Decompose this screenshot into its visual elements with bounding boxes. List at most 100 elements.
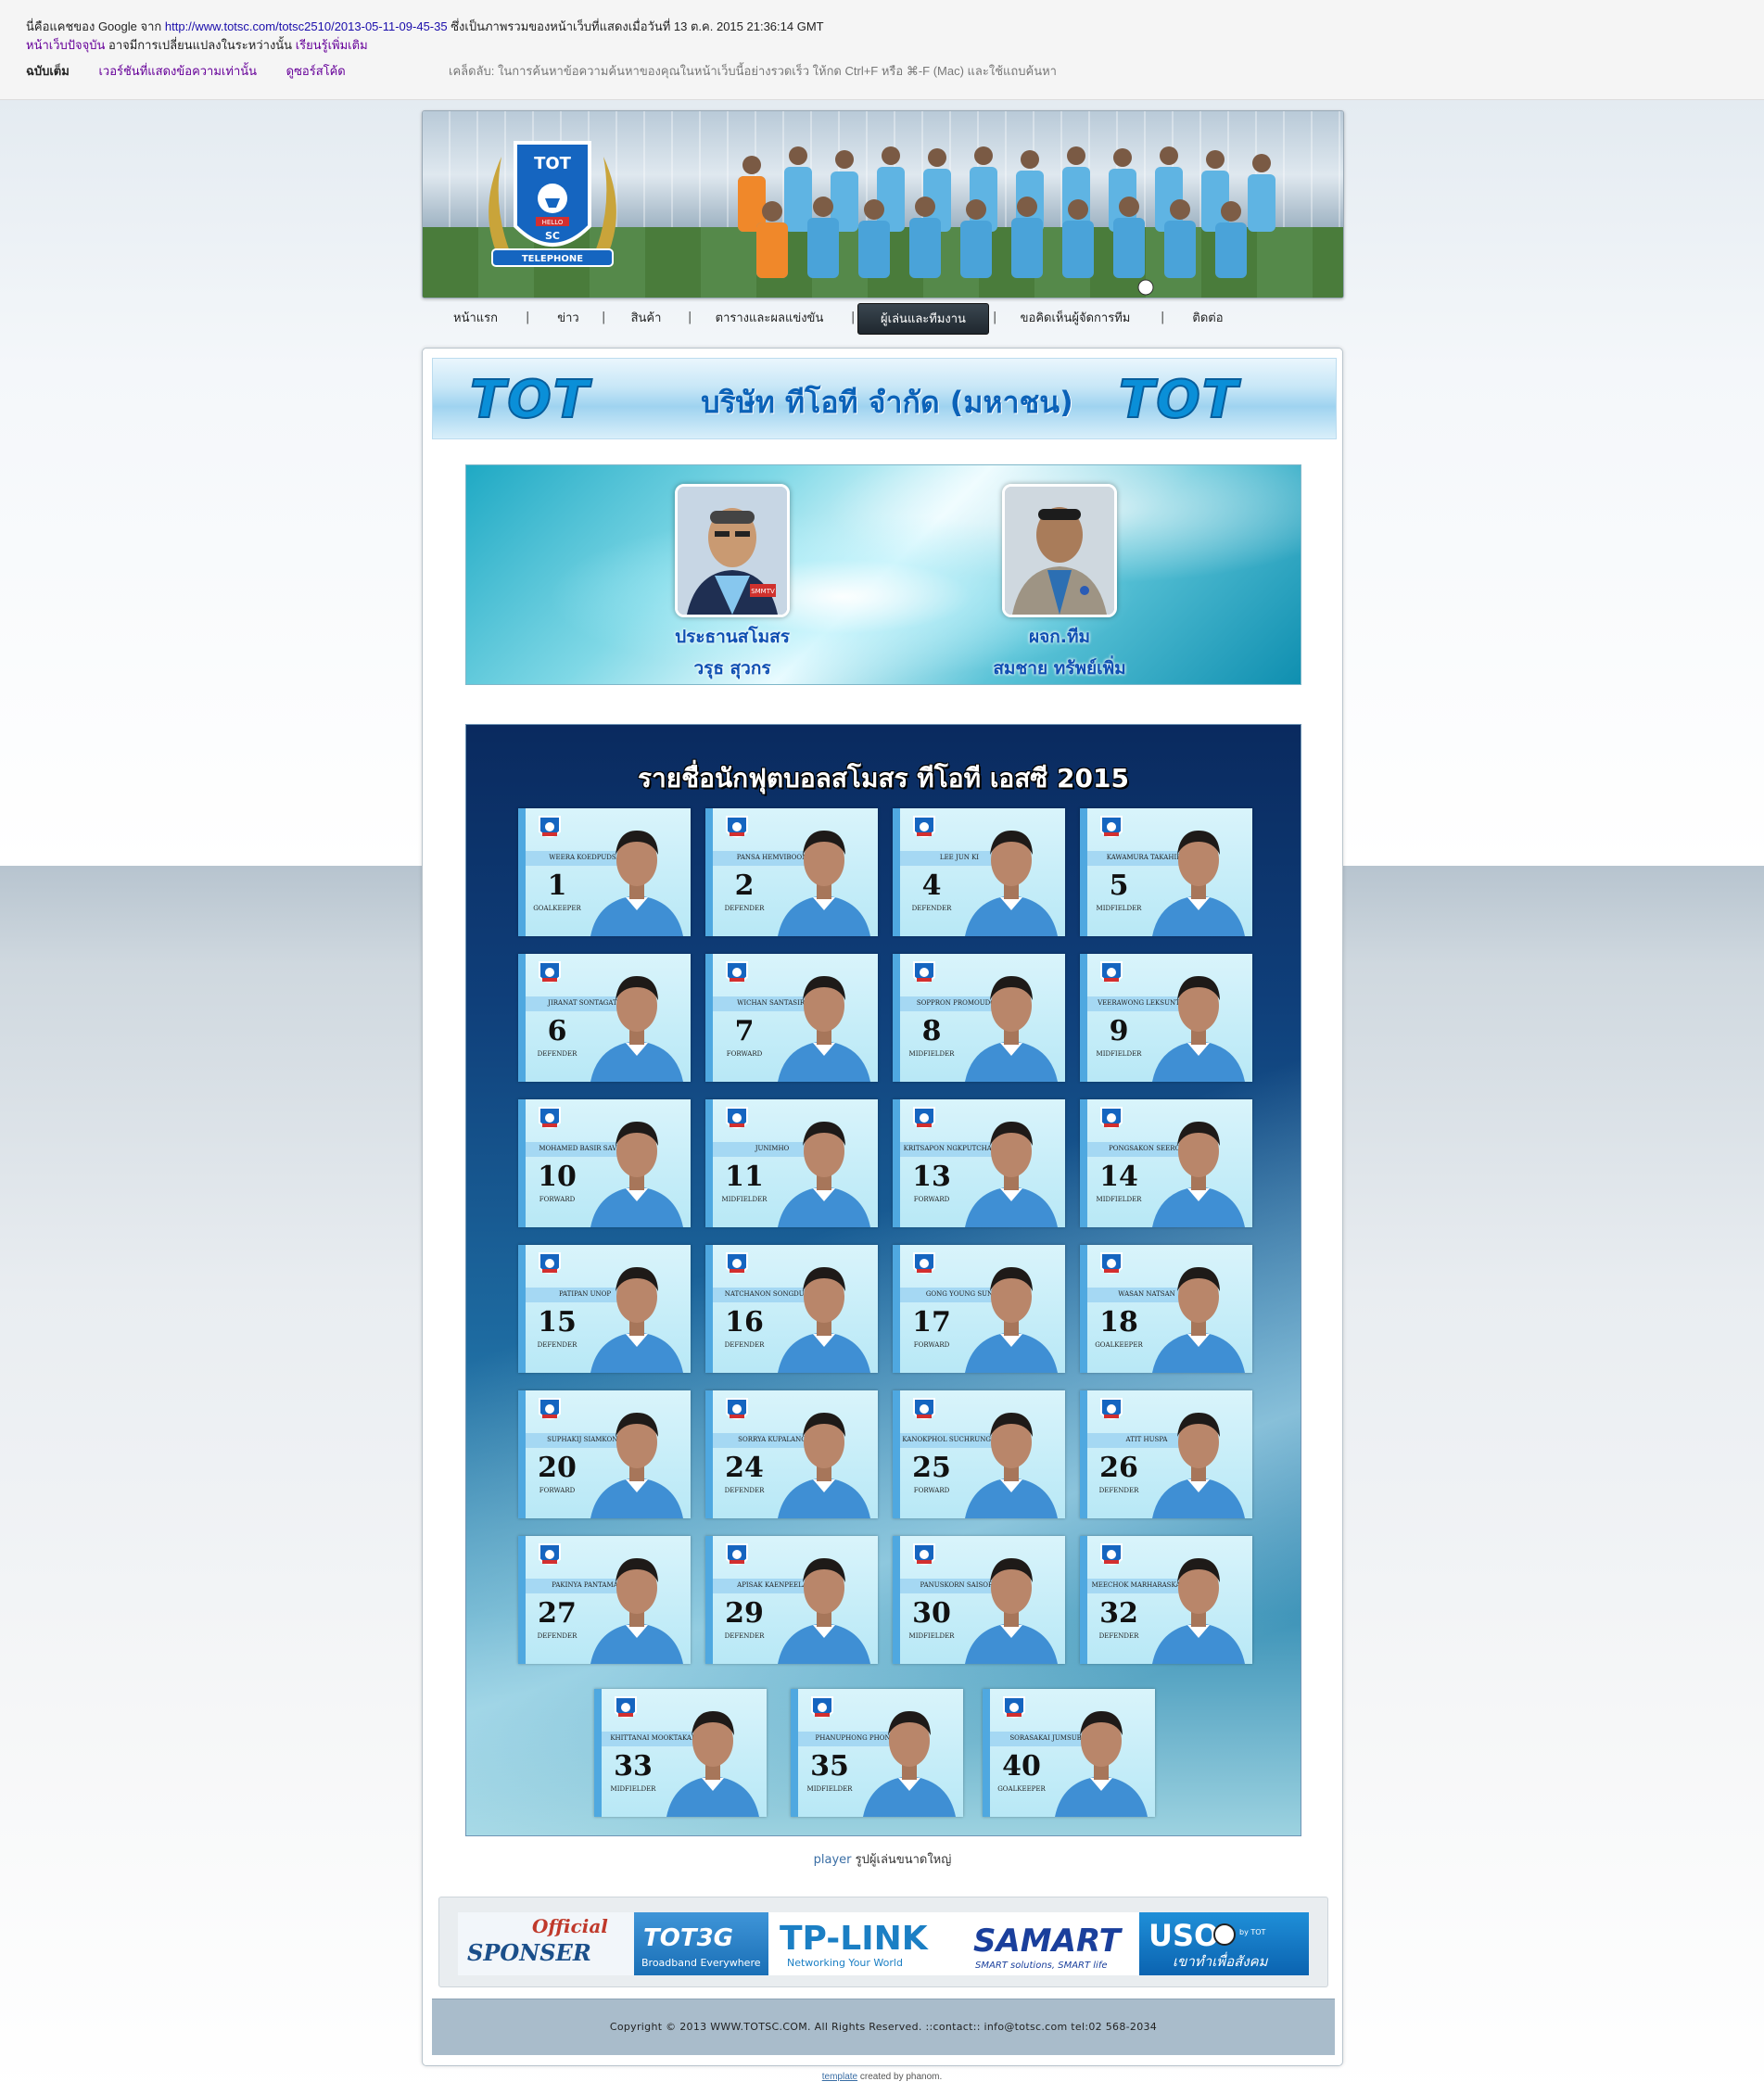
player-position: Defender	[724, 905, 765, 912]
card-stripe	[705, 808, 713, 936]
player-number: 16	[725, 1306, 764, 1339]
club-badge-icon	[1003, 1696, 1025, 1719]
cache-change-line: หน้าเว็บปัจจุบัน อาจมีการเปลี่ยนแปลงในระ…	[26, 35, 368, 55]
card-stripe	[1080, 1245, 1087, 1373]
tot-company-name: บริษัท ทีโอที จำกัด (มหาชน)	[701, 385, 1073, 420]
player-photo	[778, 1122, 870, 1227]
club-badge-icon	[539, 1398, 561, 1420]
player-card: Wasan Natsan 18 Goalkeeper	[1080, 1245, 1252, 1373]
club-badge-icon	[539, 1543, 561, 1566]
player-position: Midfielder	[721, 1196, 768, 1203]
team-photo	[738, 146, 1275, 296]
player-card: Pansa Hemviboon 2 Defender	[705, 808, 878, 936]
nav-item-fixtures-results[interactable]: ตารางและผลแข่งขัน	[709, 303, 830, 333]
card-stripe	[1080, 1536, 1087, 1664]
player-photo	[863, 1711, 956, 1817]
club-badge-icon	[913, 1107, 935, 1129]
nav-item-contact[interactable]: ติดต่อ	[1182, 303, 1234, 333]
card-stripe	[518, 808, 526, 936]
samart-sponsor[interactable]: SAMART SMART solutions, SMART life	[968, 1912, 1125, 1975]
player-photo	[1055, 1711, 1148, 1817]
club-badge-icon	[1100, 816, 1123, 838]
tot3g-logo[interactable]: Official SPONSER TOT3G Broadband Everywh…	[458, 1912, 768, 1975]
club-badge-icon	[726, 1543, 748, 1566]
player-card: Suphakij Siamkong 20 Forward	[518, 1390, 691, 1518]
sponsor-logo-strip: Official SPONSER TOT3G Broadband Everywh…	[458, 1912, 1309, 1975]
player-position: Forward	[539, 1196, 576, 1203]
club-badge-icon	[726, 1252, 748, 1275]
nav-item-news[interactable]: ข่าว	[545, 303, 591, 333]
manager-portrait	[1002, 484, 1117, 617]
card-stripe	[983, 1689, 990, 1817]
player-card: Kanokphol Suchrungruang 25 Forward	[893, 1390, 1065, 1518]
nav-item-players-staff[interactable]: ผู้เล่นและทีมงาน	[857, 303, 989, 335]
template-link[interactable]: template	[822, 2072, 857, 2082]
manager-role: ผจก.ทีม	[1028, 627, 1091, 647]
main-navigation: หน้าแรก | ข่าว | สินค้า | ตารางและผลแข่ง…	[422, 301, 1342, 335]
player-card: Pongsakon Seerot 14 Midfielder	[1080, 1099, 1252, 1227]
player-photo	[965, 976, 1058, 1082]
player-card: Sorasakai Jumsubai 40 Goalkeeper	[983, 1689, 1155, 1817]
player-position: Midfielder	[610, 1785, 656, 1793]
player-number: 24	[725, 1452, 764, 1484]
player-position: Midfielder	[908, 1050, 955, 1058]
tot3g-wordmark: TOT3G	[643, 1924, 733, 1952]
soccer-ball-icon	[1213, 1923, 1236, 1946]
cache-version-tabs: ฉบับเต็ม เวอร์ชันที่แสดงข้อความเท่านั้น …	[26, 61, 372, 81]
player-position: Defender	[537, 1050, 577, 1058]
tplink-sponsor[interactable]: TP-LINK Networking Your World	[768, 1912, 968, 1975]
nav-separator: |	[688, 311, 692, 324]
cached-url-link[interactable]: http://www.totsc.com/totsc2510/2013-05-1…	[165, 19, 448, 33]
player-number: 40	[1002, 1750, 1041, 1783]
current-page-link[interactable]: หน้าเว็บปัจจุบัน	[26, 38, 105, 52]
club-crest-logo: TOT HELLO SC TELEPHONE	[489, 141, 616, 267]
club-badge-icon	[726, 1107, 748, 1129]
player-number: 32	[1099, 1597, 1138, 1630]
tab-text-only-version[interactable]: เวอร์ชันที่แสดงข้อความเท่านั้น	[98, 64, 257, 78]
player-position: Defender	[724, 1487, 765, 1494]
player-card: Natchanon Songduang 16 Defender	[705, 1245, 878, 1373]
player-position: Goalkeeper	[1095, 1341, 1143, 1349]
player-number: 10	[538, 1161, 577, 1193]
player-photo	[590, 1558, 683, 1664]
nav-separator: |	[1161, 311, 1165, 324]
player-number: 5	[1109, 869, 1129, 902]
samart-tagline: SMART solutions, SMART life	[975, 1961, 1108, 1971]
card-stripe	[893, 1099, 900, 1227]
card-stripe	[1080, 808, 1087, 936]
cache-snapshot-text: ซึ่งเป็นภาพรวมของหน้าเว็บที่แสดงเมื่อวัน…	[451, 19, 824, 33]
player-position: Midfielder	[806, 1785, 853, 1793]
player-roster-panel: รายชื่อนักฟุตบอลสโมสร ทีโอที เอสซี 2015 …	[465, 724, 1301, 1836]
card-stripe	[791, 1689, 798, 1817]
player-large-photo-link[interactable]: player	[814, 1853, 852, 1867]
club-badge-icon	[811, 1696, 833, 1719]
nav-separator: |	[993, 311, 997, 324]
player-number: 29	[725, 1597, 764, 1630]
card-stripe	[705, 1536, 713, 1664]
player-photo	[965, 831, 1058, 936]
tot-company-banner: TOT บริษัท ทีโอที จำกัด (มหาชน) TOT	[432, 358, 1337, 439]
staff-team-manager: ผจก.ทีม สมชาย ทรัพย์เพิ่ม	[981, 484, 1138, 682]
credit-text: created by phanom.	[859, 2072, 943, 2082]
player-number: 25	[912, 1452, 951, 1484]
player-card: Atit Huspa 26 Defender	[1080, 1390, 1252, 1518]
uso-sponsor[interactable]: USO by TOT เขาทำเพื่อสังคม	[1139, 1912, 1309, 1975]
player-card: Sorrya Kupalang 24 Defender	[705, 1390, 878, 1518]
nav-item-products[interactable]: สินค้า	[620, 303, 672, 333]
nav-separator: |	[602, 311, 606, 324]
club-badge-icon	[1100, 1543, 1123, 1566]
player-position: Forward	[726, 1050, 763, 1058]
google-cache-bar: นี่คือแคชของ Google จาก http://www.totsc…	[0, 0, 1764, 100]
roster-title: รายชื่อนักฟุตบอลสโมสร ทีโอที เอสซี 2015	[638, 763, 1129, 793]
cache-tip-text: เคล็ดลับ: ในการค้นหาข้อความค้นหาของคุณใน…	[449, 64, 1057, 78]
president-name: วรุธ สุวกร	[693, 658, 771, 679]
player-card: Pakinya Pantama 27 Defender	[518, 1536, 691, 1664]
nav-item-home[interactable]: หน้าแรก	[448, 303, 503, 333]
tab-view-source[interactable]: ดูซอร์สโค้ด	[286, 64, 346, 78]
tab-full-version[interactable]: ฉบับเต็ม	[26, 64, 70, 78]
player-card: Panuskorn Saisorn 30 Midfielder	[893, 1536, 1065, 1664]
nav-item-manager-comments[interactable]: ขอคิดเห็นผู้จัดการทีม	[1006, 303, 1145, 333]
player-caption: player รูปผู้เล่นขนาดใหญ่	[423, 1849, 1342, 1869]
uso-logo: USO by TOT เขาทำเพื่อสังคม	[1149, 1918, 1269, 1970]
learn-more-link[interactable]: เรียนรู้เพิ่มเติม	[296, 38, 368, 52]
